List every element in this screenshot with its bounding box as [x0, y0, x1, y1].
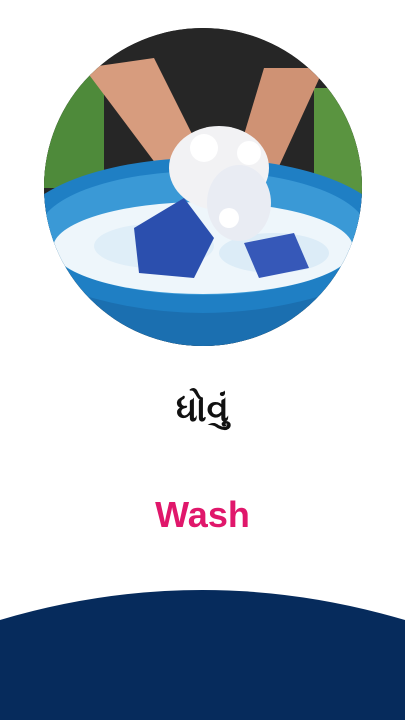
flashcard-screen: ધોવું Wash [0, 0, 405, 720]
english-word-label: Wash [155, 494, 250, 535]
word-illustration-image [44, 28, 362, 346]
bottom-wave-decoration [0, 580, 405, 720]
native-word-label: ધોવું [175, 389, 230, 430]
